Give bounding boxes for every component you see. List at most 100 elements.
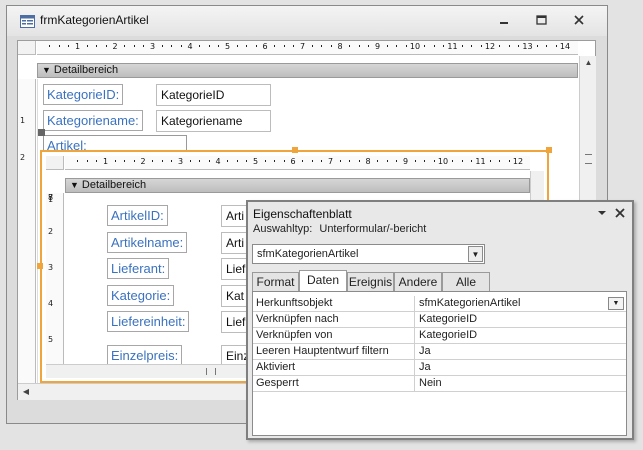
ruler-tick [499,45,501,47]
ruler-tick [414,160,416,162]
property-value[interactable]: KategorieID [415,312,626,327]
property-sheet-close-button[interactable] [615,207,627,219]
textbox-kategoriename[interactable]: Kategoriename [156,110,271,132]
property-value[interactable]: Ja [415,344,626,359]
scroll-left-icon[interactable]: ◀ [20,387,32,396]
ruler-tick [293,45,295,47]
ruler-tick [480,45,482,47]
property-sheet-dropdown-button[interactable] [597,207,609,219]
ruler-tick [86,45,88,47]
property-row[interactable]: Verknüpfen von KategorieID [253,328,626,344]
ruler-corner[interactable] [18,41,36,55]
ruler-tick [274,160,276,162]
form-icon [20,15,35,28]
property-value[interactable]: Ja [415,360,626,375]
ruler-tick [489,160,491,162]
subform-ruler-corner[interactable] [46,156,64,170]
subform-section-bar[interactable]: ▼ Detailbereich [65,178,530,193]
chevron-down-icon[interactable]: ▼ [608,297,624,310]
ruler-tick [405,45,407,47]
object-selector[interactable]: sfmKategorienArtikel ▼ [252,244,485,264]
property-row[interactable]: Verknüpfen nach KategorieID [253,312,626,328]
object-selector-value: sfmKategorienArtikel [257,248,359,260]
label-kategorieid[interactable]: KategorieID: [43,84,124,105]
ruler-tick [236,160,238,162]
ruler-tick [433,160,435,162]
selection-handle[interactable] [38,129,45,136]
ruler-tick [96,160,98,162]
ruler-tick [339,160,341,162]
label-einzelpreis[interactable]: Einzelpreis: [107,345,183,366]
ruler-tick [133,160,135,162]
property-value[interactable]: Nein [415,376,626,391]
selection-type-value: Unterformular/-bericht [319,223,427,235]
ruler-number: 2 [20,153,26,162]
ruler-tick [330,45,332,47]
ruler-number: 13 [522,42,533,51]
subform-hscroll-grip[interactable] [206,368,216,375]
ruler-tick [236,45,238,47]
property-row[interactable]: Herkunftsobjekt sfmKategorienArtikel ▼ [253,296,626,312]
tab-format[interactable]: Format [252,272,299,291]
label-kategoriename[interactable]: Kategoriename: [43,110,143,131]
restore-button[interactable] [529,12,553,30]
ruler-tick [349,160,351,162]
subform-handle-top[interactable] [292,147,298,153]
object-selector-dropdown[interactable]: ▼ [468,246,483,262]
ruler-tick [49,45,51,47]
property-sheet-title: Eigenschaftenblatt [253,207,352,221]
property-row[interactable]: Leeren Hauptentwurf filtern Ja [253,344,626,360]
ruler-tick [358,160,360,162]
property-tabs: Format Daten Ereignis Andere Alle [252,270,627,292]
tab-andere[interactable]: Andere [394,272,442,291]
ruler-tick [499,160,501,162]
ruler-tick [199,160,201,162]
scroll-grip[interactable] [585,154,592,164]
ruler-tick [302,160,304,162]
label-kategorie[interactable]: Kategorie: [107,285,175,306]
ruler-number: 11 [475,157,486,166]
property-row[interactable]: Gesperrt Nein [253,376,626,392]
ruler-number: 8 [337,42,343,51]
label-lieferant[interactable]: Lieferant: [107,258,170,279]
detail-section-bar[interactable]: ▼ Detailbereich [37,63,578,78]
ruler-tick [246,160,248,162]
ruler-tick [246,45,248,47]
property-row[interactable]: Aktiviert Ja [253,360,626,376]
ruler-tick [189,160,191,162]
close-button[interactable] [567,12,591,30]
subform-handle-left[interactable] [37,263,43,269]
minimize-button[interactable] [492,12,516,30]
scroll-up-icon[interactable]: ▲ [580,58,597,67]
label-artikelid[interactable]: ArtikelID: [107,205,168,226]
ruler-number: 4 [187,42,193,51]
ruler-tick [218,45,220,47]
textbox-kategorieid[interactable]: KategorieID [156,84,271,106]
ruler-tick [96,45,98,47]
ruler-tick [86,160,88,162]
ruler-tick [471,45,473,47]
label-liefereinheit[interactable]: Liefereinheit: [107,311,190,332]
property-value[interactable]: sfmKategorienArtikel ▼ [415,296,626,311]
property-name: Verknüpfen nach [253,312,415,327]
subform-handle-right[interactable] [546,147,552,153]
label-artikelname[interactable]: Artikelname: [107,232,188,253]
tab-alle[interactable]: Alle [442,272,490,291]
ruler-tick [105,45,107,47]
ruler-tick [396,160,398,162]
ruler-number: 2 [112,42,118,51]
ruler-tick [386,45,388,47]
tab-daten[interactable]: Daten [299,270,347,291]
section-label: Detailbereich [53,64,119,76]
property-value[interactable]: KategorieID [415,328,626,343]
ruler-number: 7 [327,157,334,166]
ruler-number: 9 [374,42,381,51]
ruler-tick [114,160,116,162]
vertical-ruler: 12 [18,79,36,399]
selection-type-row: Auswahltyp: Unterformular/-bericht [253,223,426,235]
ruler-number: 12 [484,42,496,51]
ruler-tick [171,45,173,47]
ruler-number: 4 [48,299,54,308]
tab-ereignis[interactable]: Ereignis [347,272,394,291]
ruler-tick [518,45,520,47]
